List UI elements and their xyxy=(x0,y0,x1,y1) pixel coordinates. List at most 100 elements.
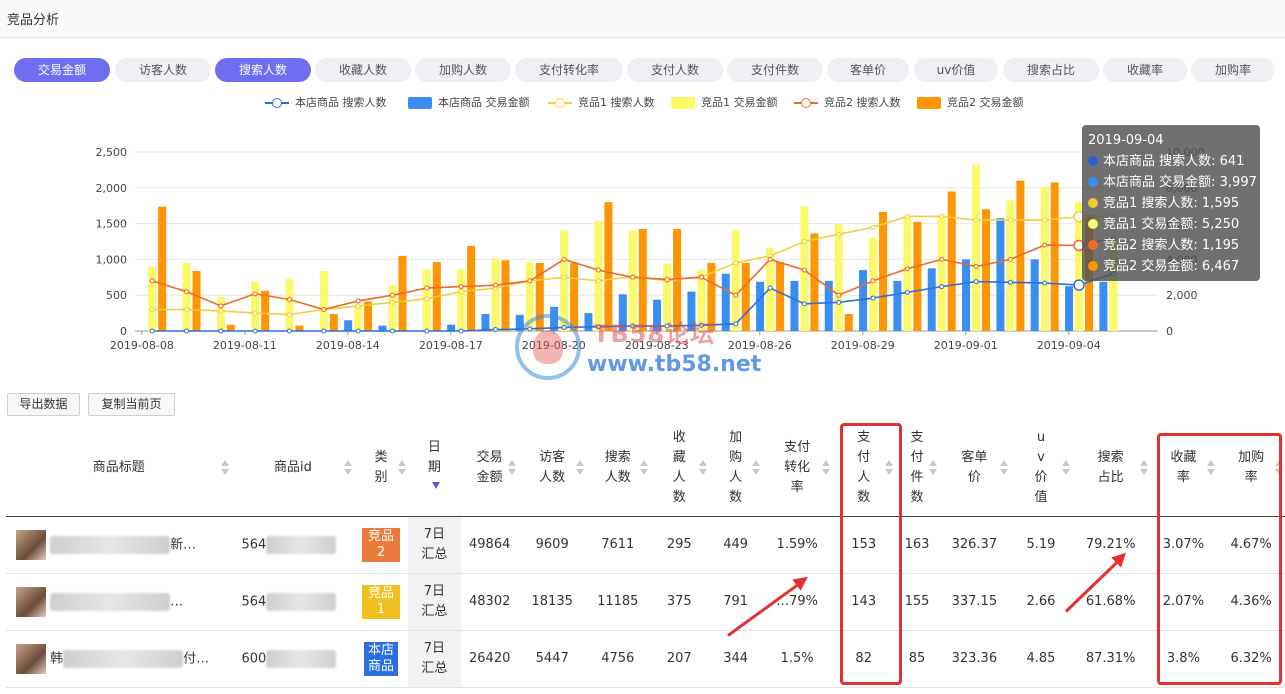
bar-2-4 xyxy=(295,325,304,331)
line-point-2-8 xyxy=(424,285,430,291)
tab-12[interactable]: 加购率 xyxy=(1191,58,1275,82)
cell-uv: 5.19 xyxy=(1010,516,1072,574)
bar-2-2 xyxy=(226,324,235,331)
series-dot-icon xyxy=(1088,156,1098,166)
cell-uv: 2.66 xyxy=(1010,573,1072,631)
line-point-1-22 xyxy=(904,213,910,219)
window-header: 竞品分析 xyxy=(0,0,1285,38)
bar-2-22 xyxy=(913,221,922,331)
line-point-2-7 xyxy=(389,292,395,298)
bar-0-23 xyxy=(927,268,936,331)
table-row[interactable]: 新… 564 竞品2 7日汇总 49864 9609 7611 295 449 1.59% 153 1… xyxy=(6,516,1285,574)
legend-bar-icon xyxy=(671,97,695,109)
category-badge: 本店商品 xyxy=(364,641,399,676)
series-dot-icon xyxy=(1088,219,1098,229)
product-thumbnail xyxy=(16,586,46,617)
cell-title[interactable]: 韩 付… xyxy=(6,630,232,688)
x-tick-label: 2019-08-11 xyxy=(213,339,277,352)
col-conv[interactable]: 支付 转化率 xyxy=(762,420,832,517)
line-point-0-19 xyxy=(801,301,807,307)
legend-bar-icon xyxy=(408,97,432,109)
bar-0-9 xyxy=(447,324,456,331)
cell-title[interactable]: … xyxy=(6,573,232,631)
line-point-1-26 xyxy=(1042,217,1048,223)
export-data-button[interactable]: 导出数据 xyxy=(7,393,80,416)
tab-4[interactable]: 加购人数 xyxy=(415,58,511,82)
tab-5[interactable]: 支付转化率 xyxy=(515,58,623,82)
tab-8[interactable]: 客单价 xyxy=(827,58,909,82)
line-point-0-22 xyxy=(904,289,910,295)
cell-fav: 375 xyxy=(649,573,709,631)
col-search[interactable]: 搜索 人数 xyxy=(586,420,650,517)
bar-0-24 xyxy=(962,259,971,331)
watermark-line2: www.tb58.net xyxy=(587,352,762,377)
tab-2[interactable]: 搜索人数 xyxy=(215,58,311,82)
col-category[interactable]: 类别 xyxy=(354,420,408,517)
tab-1[interactable]: 访客人数 xyxy=(115,58,211,82)
tooltip-row: 本店商品 搜索人数: 641 xyxy=(1088,151,1254,172)
cell-aov: 337.15 xyxy=(938,573,1011,631)
line-point-2-2 xyxy=(218,303,224,309)
blurred-title xyxy=(63,649,184,668)
col-id[interactable]: 商品id xyxy=(231,420,355,517)
bar-1-0 xyxy=(148,266,157,331)
cell-search: 7611 xyxy=(586,516,650,574)
cell-visitors: 5447 xyxy=(518,630,586,688)
cell-search: 4756 xyxy=(586,630,650,688)
bar-2-0 xyxy=(158,206,167,331)
col-amount[interactable]: 交易 金额 xyxy=(460,420,519,517)
line-point-2-1 xyxy=(183,289,189,295)
col-fav[interactable]: 收藏人数 xyxy=(649,420,709,517)
series-dot-icon xyxy=(1088,177,1098,187)
bar-2-26 xyxy=(1050,182,1059,331)
col-date[interactable]: 日期 xyxy=(407,420,461,517)
tab-10[interactable]: 搜索占比 xyxy=(1003,58,1099,82)
tooltip-row: 竞品2 搜索人数: 1,195 xyxy=(1088,235,1254,256)
line-point-2-22 xyxy=(904,266,910,272)
legend-label: 竞品2 搜索人数 xyxy=(824,96,901,109)
cell-cart: 449 xyxy=(708,516,763,574)
bar-0-25 xyxy=(996,218,1005,331)
line-point-1-17 xyxy=(733,260,739,266)
cell-category: 竞品1 xyxy=(354,573,408,631)
cell-amount: 26420 xyxy=(460,630,519,688)
line-point-1-2 xyxy=(218,308,224,314)
tab-3[interactable]: 收藏人数 xyxy=(315,58,411,82)
line-point-0-20 xyxy=(836,299,842,305)
col-visitors[interactable]: 访客 人数 xyxy=(518,420,586,517)
line-point-1-7 xyxy=(389,299,395,305)
y-tick-label: 1,000 xyxy=(96,253,128,266)
bar-1-26 xyxy=(1040,186,1049,331)
tab-7[interactable]: 支付件数 xyxy=(727,58,823,82)
cell-title[interactable]: 新… xyxy=(6,516,232,574)
col-aov[interactable]: 客单价 xyxy=(938,420,1011,517)
line-point-2-0 xyxy=(149,278,155,284)
cell-cart: 344 xyxy=(708,630,763,688)
bar-0-10 xyxy=(481,313,490,331)
cell-fav: 295 xyxy=(649,516,709,574)
tab-6[interactable]: 支付人数 xyxy=(627,58,723,82)
line-point-0-21 xyxy=(870,295,876,301)
legend-dot-icon xyxy=(272,98,282,108)
line-point-2-19 xyxy=(801,267,807,273)
tab-9[interactable]: uv价值 xyxy=(914,58,998,82)
bar-2-1 xyxy=(192,271,201,331)
col-share[interactable]: 搜索 占比 xyxy=(1071,420,1150,517)
col-cart[interactable]: 加购人数 xyxy=(708,420,763,517)
series-dot-icon xyxy=(1088,198,1098,208)
line-point-2-4 xyxy=(286,296,292,302)
line-point-1-4 xyxy=(286,312,292,318)
cell-visitors: 18135 xyxy=(518,573,586,631)
copy-page-button[interactable]: 复制当前页 xyxy=(88,393,175,416)
tab-11[interactable]: 收藏率 xyxy=(1103,58,1187,82)
y-tick-label: 1,500 xyxy=(96,218,128,231)
col-title[interactable]: 商品标题 xyxy=(6,420,232,517)
bar-1-4 xyxy=(285,279,294,331)
tab-0[interactable]: 交易金额 xyxy=(14,58,110,82)
col-uv[interactable]: uv价值 xyxy=(1010,420,1072,517)
line-point-0-27 xyxy=(1073,279,1085,291)
bar-1-7 xyxy=(388,285,397,331)
cell-amount: 48302 xyxy=(460,573,519,631)
bar-2-24 xyxy=(982,209,991,331)
table-row[interactable]: 韩付… 600 本店商品 7日汇总 26420 5447 4756 207 344 1.5% 82 8… xyxy=(6,630,1285,688)
